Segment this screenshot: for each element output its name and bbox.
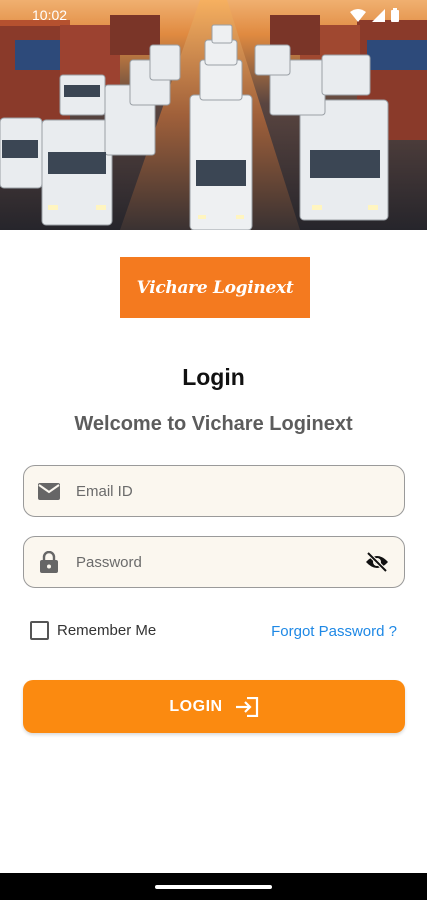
status-time: 10:02 (32, 7, 68, 23)
signal-icon (372, 8, 385, 22)
remember-me-checkbox[interactable]: Remember Me (30, 621, 156, 640)
wifi-icon (350, 8, 366, 22)
remember-me-label: Remember Me (57, 622, 157, 639)
welcome-subtitle: Welcome to Vichare Loginext (74, 413, 353, 435)
status-bar: 10:02 (0, 0, 427, 30)
battery-icon (391, 8, 399, 22)
system-nav-bar (0, 873, 427, 900)
password-field[interactable] (23, 536, 405, 588)
login-arrow-icon (235, 696, 259, 717)
logo-text: Vichare Loginext (136, 277, 294, 298)
email-input[interactable] (76, 466, 404, 516)
page-title: Login (182, 364, 245, 390)
forgot-password-link[interactable]: Forgot Password ? (271, 623, 397, 640)
hero-image (0, 0, 427, 230)
password-input[interactable] (76, 537, 364, 587)
checkbox-box[interactable] (30, 621, 49, 640)
login-button-label: LOGIN (169, 697, 223, 715)
lock-icon (38, 551, 60, 573)
mail-icon (38, 480, 60, 502)
login-button[interactable]: LOGIN (23, 680, 405, 733)
status-icons (350, 8, 399, 22)
email-field[interactable] (23, 465, 405, 517)
eye-off-icon[interactable] (364, 549, 390, 575)
home-gesture-handle[interactable] (155, 884, 272, 889)
trucks-illustration (0, 0, 427, 230)
brand-logo: Vichare Loginext (120, 257, 310, 318)
